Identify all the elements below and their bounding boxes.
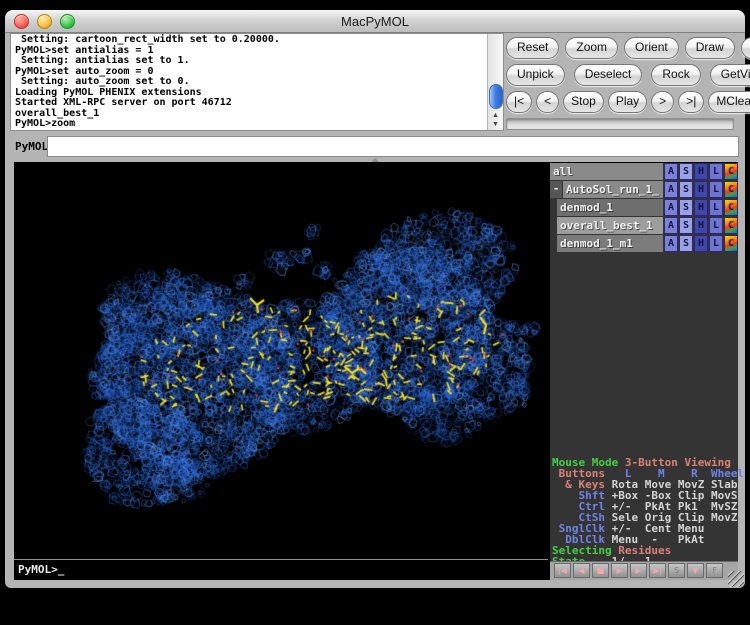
playback-strip: |◀◀■▶▶▶|S▼F — [550, 561, 738, 580]
movie-last-button[interactable]: >| — [678, 91, 704, 113]
label-button-object-row-all[interactable]: L — [709, 163, 723, 180]
movie-back-button[interactable]: < — [536, 91, 559, 113]
console-line: Setting: antialias set to 1. — [15, 56, 487, 67]
object-action-buttons: ASHLC — [663, 235, 738, 252]
hide-button-object-row-all[interactable]: H — [694, 163, 708, 180]
window-title: MacPyMOL — [5, 14, 745, 29]
movie-first-button[interactable]: |< — [506, 91, 532, 113]
label-button-object-row-overall-best-1[interactable]: L — [709, 217, 723, 234]
vcr-down-button[interactable]: ▼ — [687, 563, 704, 578]
object-list: allASHLC-AutoSol_run_1_ASHLCdenmod_1ASHL… — [550, 163, 738, 252]
reset-button[interactable]: Reset — [506, 37, 559, 59]
show-button-object-row-autosol-run-1[interactable]: S — [679, 181, 693, 198]
vcr-last-button[interactable]: ▶| — [649, 563, 666, 578]
draw-button[interactable]: Draw — [685, 37, 735, 59]
zoom-button[interactable]: Zoom — [565, 37, 618, 59]
vcr-stop-button[interactable]: ■ — [592, 563, 609, 578]
object-row-denmod-1[interactable]: denmod_1ASHLC — [550, 199, 738, 216]
movie-progress-slider[interactable] — [506, 118, 734, 130]
movie-forward-button[interactable]: > — [651, 91, 674, 113]
movie-stop-button[interactable]: Stop — [563, 91, 604, 113]
console-line: overall_best_1 — [15, 109, 487, 120]
macpymol-window: MacPyMOL Setting: cartoon_rect_width set… — [5, 10, 745, 588]
color-button-object-row-overall-best-1[interactable]: C — [724, 217, 738, 234]
getview-button[interactable]: GetView — [710, 64, 750, 86]
viewport-canvas[interactable] — [14, 162, 548, 559]
object-row-denmod-1-m1[interactable]: denmod_1_m1ASHLC — [550, 235, 738, 252]
window-resize-grip[interactable] — [728, 571, 744, 587]
object-row-indent — [550, 235, 557, 252]
control-button-panel: ResetZoomOrientDrawRay UnpickDeselectRoc… — [506, 37, 739, 130]
object-row-indent — [550, 217, 557, 234]
command-input[interactable] — [47, 136, 739, 157]
mouse-mode-panel: Mouse Mode 3-Button Viewing Buttons L M … — [552, 457, 744, 567]
vcr-back-button[interactable]: ◀ — [573, 563, 590, 578]
object-name-label[interactable]: overall_best_1 — [557, 217, 663, 234]
hide-button-object-row-autosol-run-1[interactable]: H — [694, 181, 708, 198]
console-line: Started XML-RPC server on port 46712 — [15, 98, 487, 109]
object-row-autosol-run-1[interactable]: -AutoSol_run_1_ASHLC — [550, 181, 738, 198]
console-output: Setting: cartoon_rect_width set to 0.200… — [10, 33, 504, 131]
show-button-object-row-all[interactable]: S — [679, 163, 693, 180]
console-line: Setting: cartoon_rect_width set to 0.200… — [15, 35, 487, 46]
scrollbar-thumb[interactable] — [489, 84, 503, 109]
show-button-object-row-denmod-1-m1[interactable]: S — [679, 235, 693, 252]
scrollbar-arrows[interactable]: ▲▼ — [488, 111, 503, 129]
object-action-buttons: ASHLC — [663, 163, 738, 180]
controls-row-3: |<<StopPlay>>|MClear — [506, 91, 739, 113]
controls-row-1: ResetZoomOrientDrawRay — [506, 37, 739, 59]
show-button-object-row-denmod-1[interactable]: S — [679, 199, 693, 216]
action-button-object-row-denmod-1-m1[interactable]: A — [664, 235, 678, 252]
label-button-object-row-denmod-1[interactable]: L — [709, 199, 723, 216]
hide-button-object-row-overall-best-1[interactable]: H — [694, 217, 708, 234]
object-row-indent — [550, 199, 557, 216]
object-action-buttons: ASHLC — [663, 217, 738, 234]
vcr-s-button[interactable]: S — [668, 563, 685, 578]
hide-button-object-row-denmod-1[interactable]: H — [694, 199, 708, 216]
console-log: Setting: cartoon_rect_width set to 0.200… — [11, 35, 487, 130]
vcr-forward-button[interactable]: ▶ — [630, 563, 647, 578]
object-name-label[interactable]: AutoSol_run_1_ — [563, 181, 663, 198]
object-row-overall-best-1[interactable]: overall_best_1ASHLC — [550, 217, 738, 234]
movie-play-button[interactable]: Play — [608, 91, 647, 113]
collapse-toggle[interactable]: - — [550, 181, 562, 198]
object-action-buttons: ASHLC — [663, 181, 738, 198]
object-action-buttons: ASHLC — [663, 199, 738, 216]
object-name-label[interactable]: denmod_1 — [557, 199, 663, 216]
action-button-object-row-denmod-1[interactable]: A — [664, 199, 678, 216]
color-button-object-row-autosol-run-1[interactable]: C — [724, 181, 738, 198]
viewport-prompt: PyMOL>_ — [14, 559, 548, 579]
console-line: Setting: auto_zoom set to 0. — [15, 77, 487, 88]
ray-button[interactable]: Ray — [741, 37, 750, 59]
action-button-object-row-all[interactable]: A — [664, 163, 678, 180]
screen: { "window": { "title": "MacPyMOL" }, "co… — [0, 0, 750, 625]
label-button-object-row-autosol-run-1[interactable]: L — [709, 181, 723, 198]
vcr-first-button[interactable]: |◀ — [554, 563, 571, 578]
controls-row-2: UnpickDeselectRockGetView — [506, 64, 739, 86]
console-scrollbar[interactable]: ▲▼ — [487, 34, 503, 130]
gl-area: PyMOL>_ allASHLC-AutoSol_run_1_ASHLCdenm… — [14, 162, 738, 580]
console-line: PyMOL>zoom — [15, 119, 487, 130]
object-name-label[interactable]: all — [550, 163, 663, 180]
show-button-object-row-overall-best-1[interactable]: S — [679, 217, 693, 234]
color-button-object-row-denmod-1-m1[interactable]: C — [724, 235, 738, 252]
color-button-object-row-denmod-1[interactable]: C — [724, 199, 738, 216]
label-button-object-row-denmod-1-m1[interactable]: L — [709, 235, 723, 252]
rock-button[interactable]: Rock — [651, 64, 700, 86]
action-button-object-row-autosol-run-1[interactable]: A — [664, 181, 678, 198]
unpick-button[interactable]: Unpick — [506, 64, 565, 86]
object-name-label[interactable]: denmod_1_m1 — [557, 235, 663, 252]
object-row-all[interactable]: allASHLC — [550, 163, 738, 180]
mclear-button[interactable]: MClear — [708, 91, 750, 113]
hide-button-object-row-denmod-1-m1[interactable]: H — [694, 235, 708, 252]
vcr-f-button[interactable]: F — [706, 563, 723, 578]
orient-button[interactable]: Orient — [624, 37, 679, 59]
deselect-button[interactable]: Deselect — [574, 64, 643, 86]
side-panel: allASHLC-AutoSol_run_1_ASHLCdenmod_1ASHL… — [550, 163, 738, 580]
title-bar[interactable]: MacPyMOL — [5, 10, 745, 33]
color-button-object-row-all[interactable]: C — [724, 163, 738, 180]
vcr-play-button[interactable]: ▶ — [611, 563, 628, 578]
action-button-object-row-overall-best-1[interactable]: A — [664, 217, 678, 234]
